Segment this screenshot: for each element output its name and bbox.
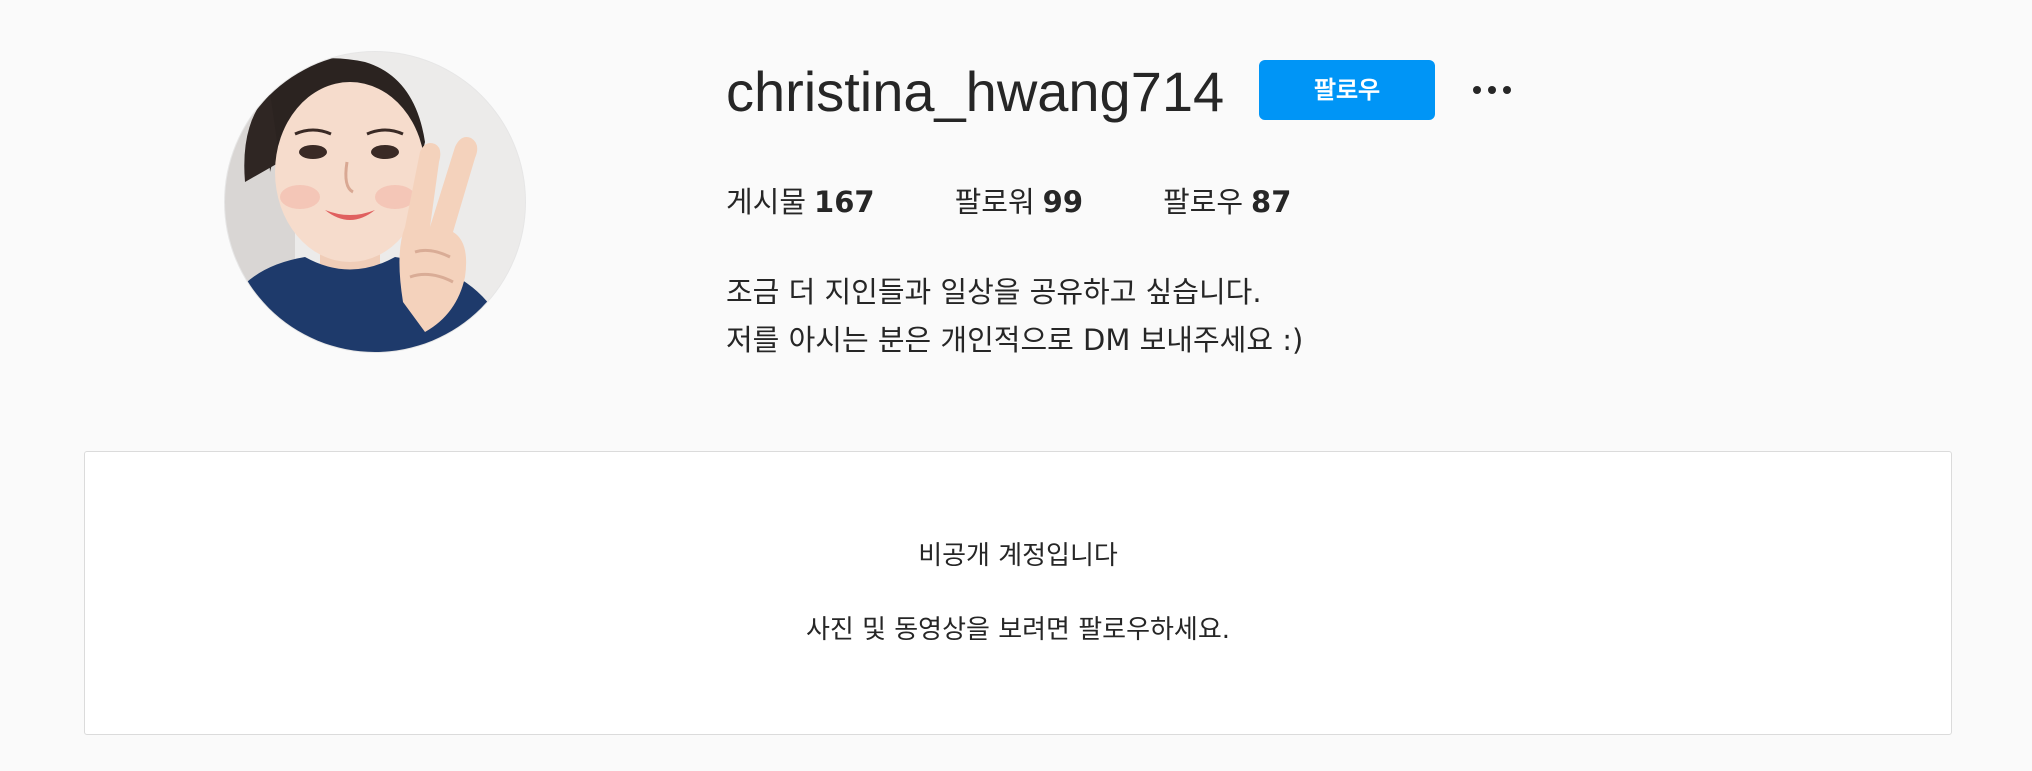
stat-following-label: 팔로우 [1163, 185, 1244, 219]
stat-followers-label: 팔로워 [954, 185, 1035, 219]
private-account-message: 사진 및 동영상을 보려면 팔로우하세요. [805, 615, 1231, 645]
stat-posts-label: 게시물 [726, 185, 807, 219]
private-account-panel: 비공개 계정입니다 사진 및 동영상을 보려면 팔로우하세요. [84, 451, 1952, 735]
avatar-photo [225, 52, 525, 352]
username: christina_hwang714 [726, 60, 1225, 123]
stat-following[interactable]: 팔로우 87 [1163, 182, 1291, 222]
follow-button[interactable]: 팔로우 [1259, 60, 1435, 120]
more-dot [1503, 86, 1511, 94]
bio-line: 조금 더 지인들과 일상을 공유하고 싶습니다. [726, 275, 1262, 309]
stat-posts: 게시물 167 [726, 182, 875, 222]
stat-followers-count: 99 [1042, 185, 1083, 219]
more-dot [1473, 86, 1481, 94]
stat-following-count: 87 [1251, 185, 1292, 219]
profile-page: christina_hwang714 팔로우 게시물 167 팔로워 99 팔로우 8… [0, 0, 2032, 771]
stat-followers[interactable]: 팔로워 99 [955, 182, 1083, 222]
avatar[interactable] [225, 52, 525, 352]
stat-posts-count: 167 [814, 185, 875, 219]
bio-line: 저를 아시는 분은 개인적으로 DM 보내주세요 :) [726, 323, 1304, 357]
more-options-icon[interactable] [1466, 70, 1518, 110]
more-dot [1488, 86, 1496, 94]
private-account-title: 비공개 계정입니다 [918, 541, 1118, 571]
profile-stats: 게시물 167 팔로워 99 팔로우 87 [726, 182, 1291, 222]
profile-bio: 조금 더 지인들과 일상을 공유하고 싶습니다. 저를 아시는 분은 개인적으로… [726, 268, 1303, 364]
